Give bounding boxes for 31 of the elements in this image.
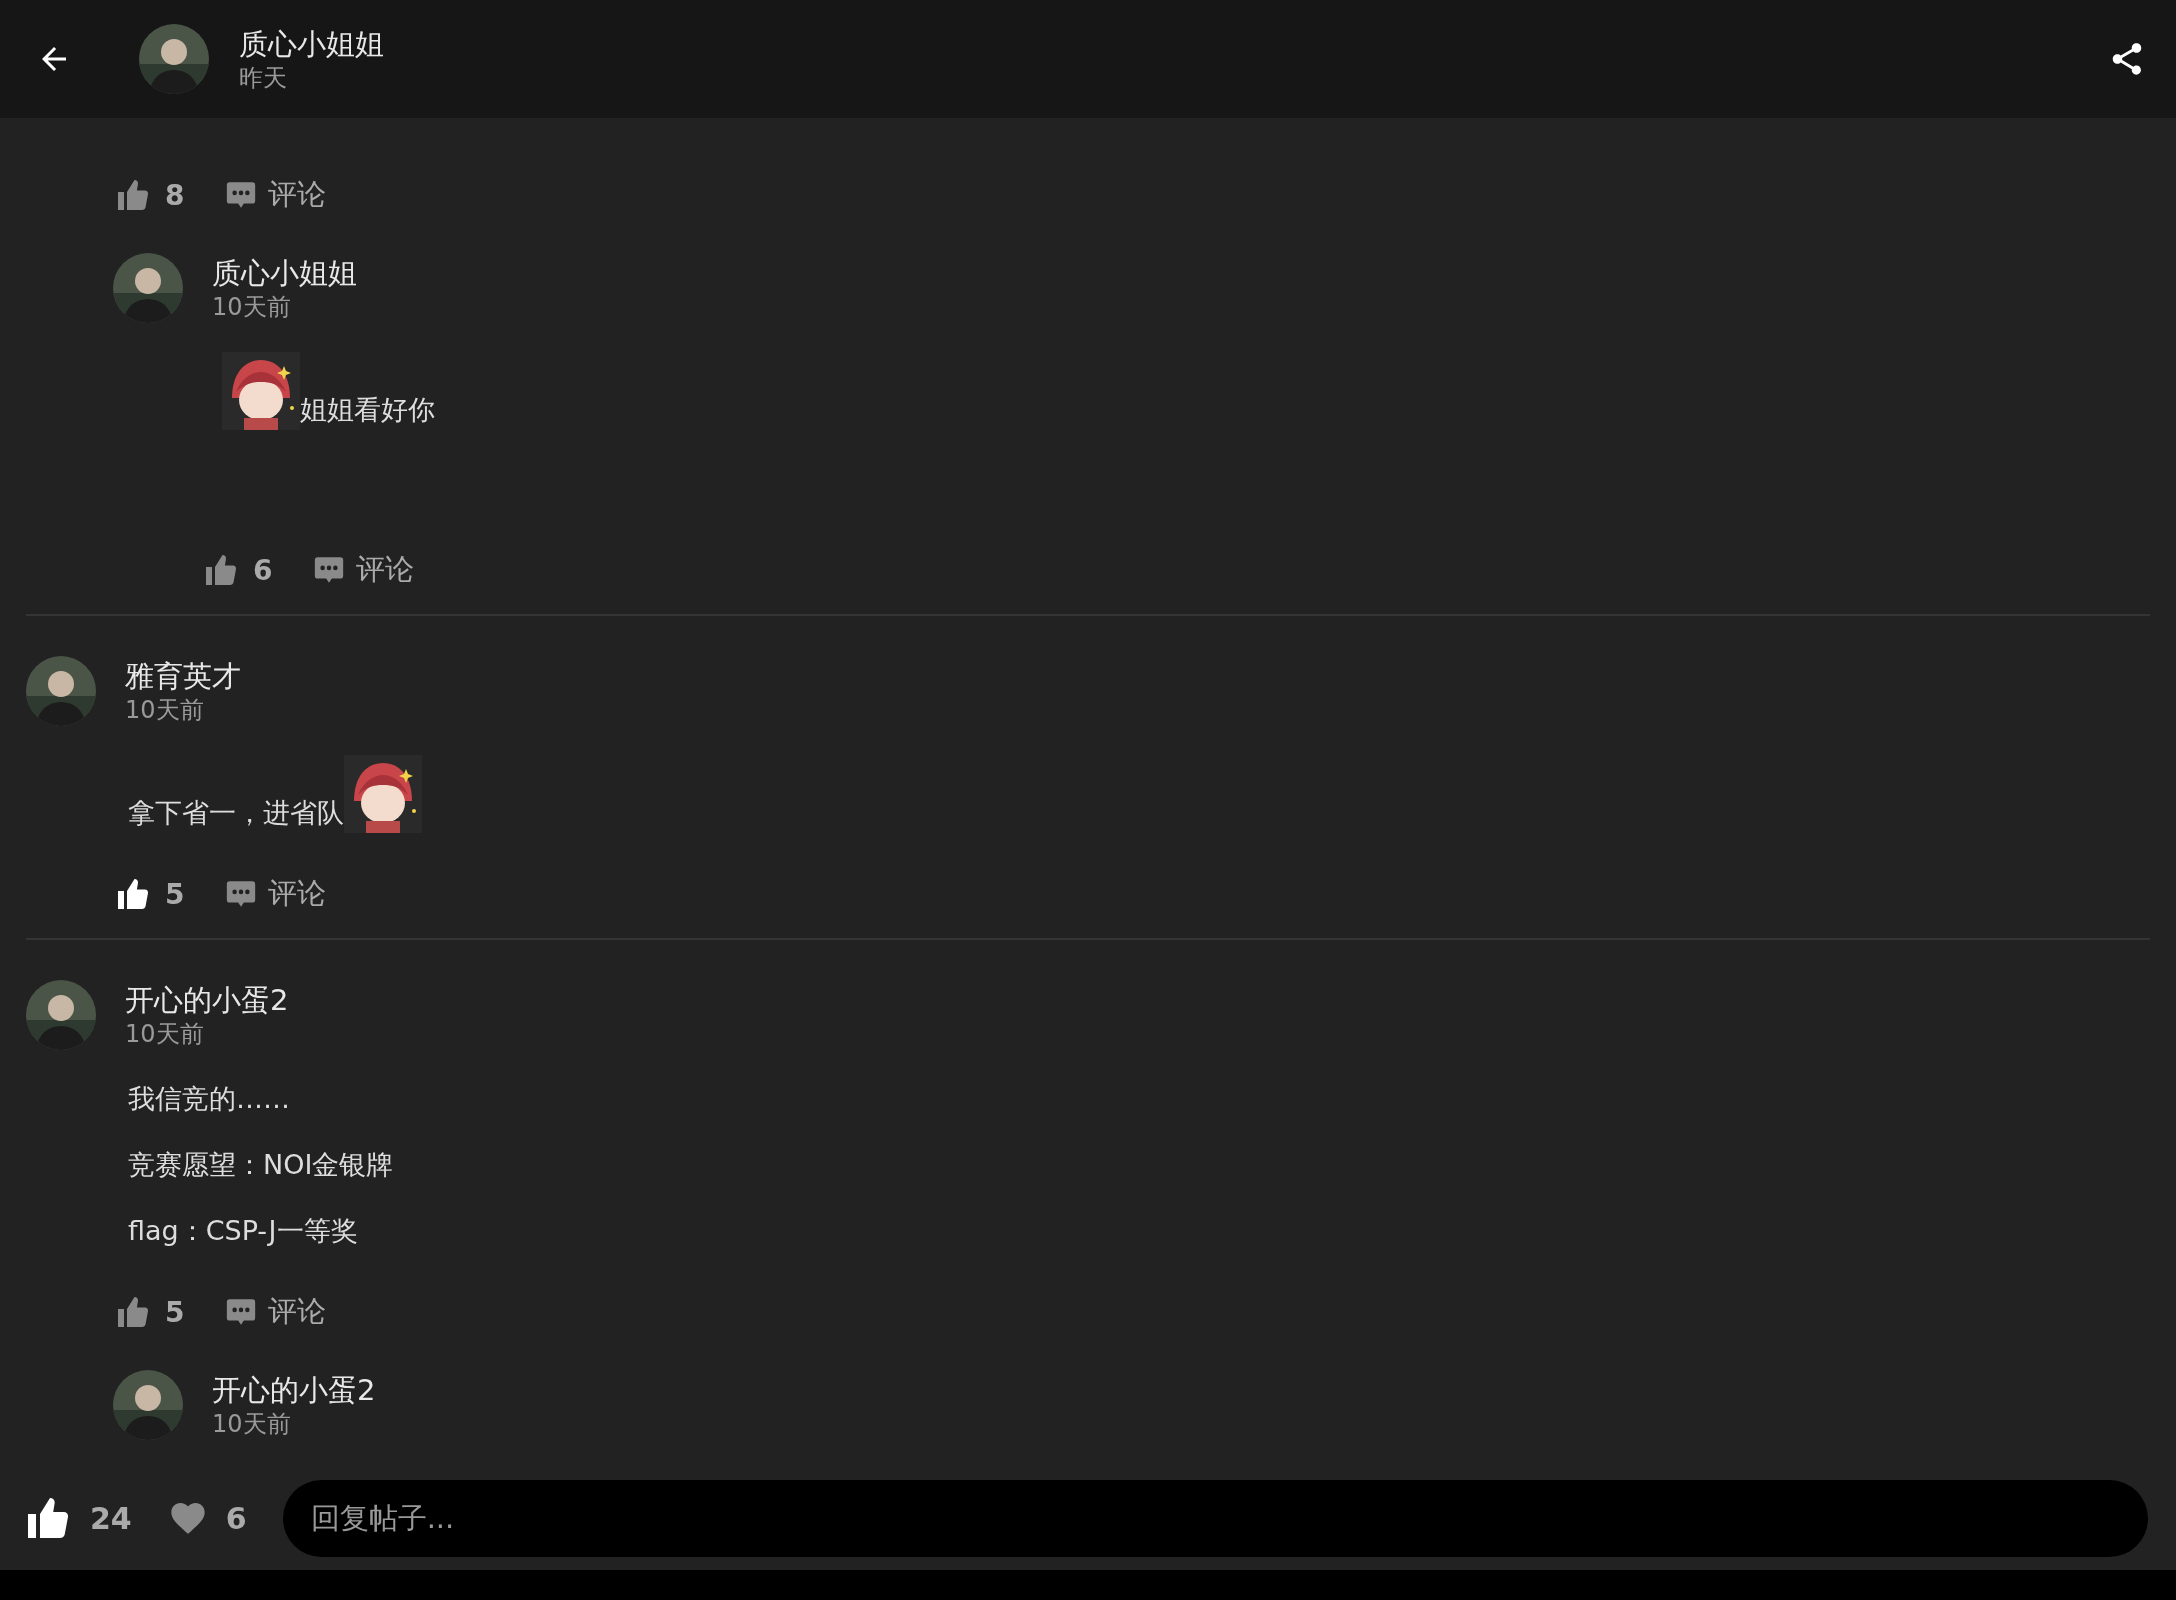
favorite-count: 6 [225, 1500, 247, 1536]
comment-button[interactable]: 评论 [312, 550, 415, 590]
thumbs-up-icon [115, 177, 151, 213]
comment-time: 10天前 [212, 292, 292, 322]
like-button[interactable] [115, 876, 151, 912]
comment-time: 10天前 [125, 695, 205, 725]
comment-button[interactable]: 评论 [224, 874, 327, 914]
comment-text: 拿下省一，进省队 [128, 796, 344, 830]
like-count: 5 [165, 1295, 185, 1329]
like-count: 6 [253, 553, 273, 587]
author-name: 开心的小蛋2 [212, 1372, 376, 1409]
author-name: 质心小姐姐 [212, 255, 357, 292]
post-time: 昨天 [239, 63, 288, 93]
comment-time: 10天前 [212, 1409, 292, 1439]
comment-text: 竞赛愿望：NOI金银牌 [128, 1148, 394, 1182]
like-count: 8 [165, 178, 185, 212]
comment-button[interactable]: 评论 [224, 1292, 327, 1332]
like-count: 24 [90, 1500, 132, 1536]
thumbs-up-icon [115, 876, 151, 912]
comment-time: 10天前 [125, 1019, 205, 1049]
comment-button[interactable]: 评论 [224, 175, 327, 215]
author-name: 雅育英才 [125, 658, 241, 695]
comment-text: 我信竞的…… [128, 1082, 290, 1116]
reply-field[interactable]: 回复帖子... [282, 1479, 2148, 1557]
author-name: 开心的小蛋2 [125, 982, 289, 1019]
comment-text: flag：CSP-J一等奖 [128, 1214, 358, 1248]
comment-text: 姐姐看好你 [300, 393, 435, 427]
thumbs-up-icon [203, 552, 239, 588]
author-name: 质心小姐姐 [239, 26, 384, 63]
like-count: 5 [165, 877, 185, 911]
thumbs-up-icon [115, 1294, 151, 1330]
